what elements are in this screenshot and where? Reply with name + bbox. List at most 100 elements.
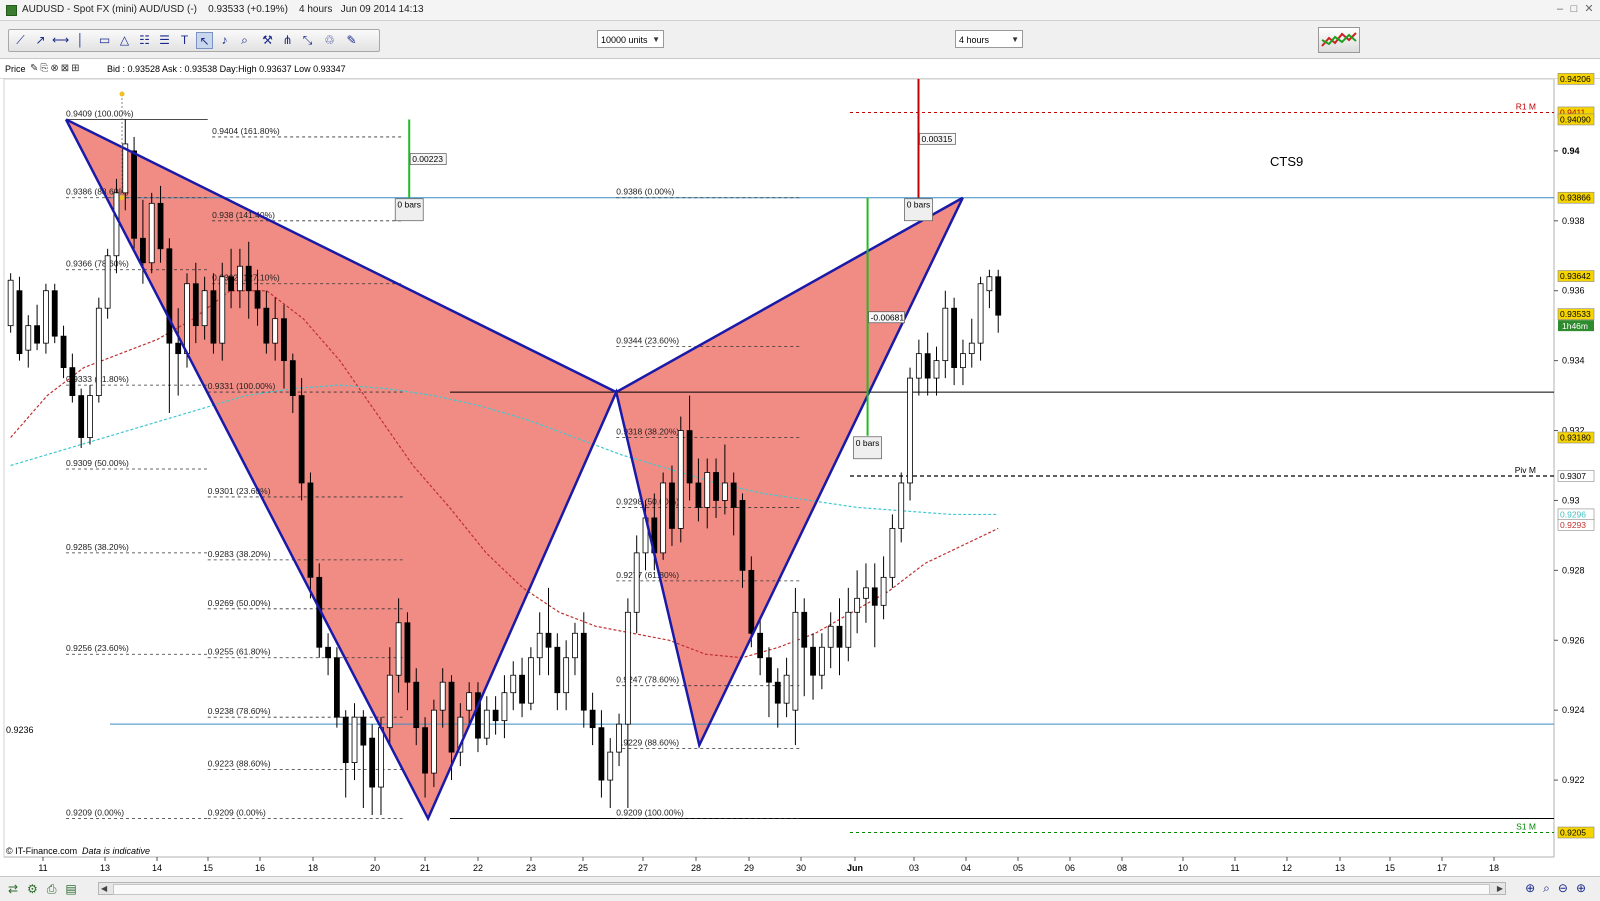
candle-body[interactable] xyxy=(254,290,261,309)
candle-body[interactable] xyxy=(78,395,85,438)
candle-body[interactable] xyxy=(192,283,199,327)
candle-body[interactable] xyxy=(104,255,111,309)
candle-body[interactable] xyxy=(25,325,32,351)
candle-body[interactable] xyxy=(307,482,314,578)
candle-body[interactable] xyxy=(527,657,534,704)
candle-body[interactable] xyxy=(757,632,764,659)
candle-body[interactable] xyxy=(289,360,296,396)
candle-body[interactable] xyxy=(210,290,217,344)
candle-body[interactable] xyxy=(228,276,234,292)
candle-body[interactable] xyxy=(960,353,966,369)
candle-body[interactable] xyxy=(333,657,340,718)
candle-body[interactable] xyxy=(624,611,631,725)
candle-body[interactable] xyxy=(140,237,146,264)
candle-body[interactable] xyxy=(95,307,102,396)
candle-body[interactable] xyxy=(201,290,208,327)
candle-body[interactable] xyxy=(730,482,737,508)
candle-body[interactable] xyxy=(51,290,58,337)
candle-body[interactable] xyxy=(818,646,825,676)
candle-body[interactable] xyxy=(510,674,517,694)
candle-body[interactable] xyxy=(545,632,552,648)
candle-body[interactable] xyxy=(219,276,226,344)
zoom-controls-icon[interactable]: ⊕⌕⊖⊕ xyxy=(1525,881,1594,896)
anchor-point[interactable] xyxy=(119,91,125,97)
candle-body[interactable] xyxy=(360,716,367,746)
candle-body[interactable] xyxy=(748,569,755,634)
candle-body[interactable] xyxy=(810,646,816,676)
candle-body[interactable] xyxy=(986,276,993,292)
candle-body[interactable] xyxy=(721,482,728,501)
candle-body[interactable] xyxy=(889,528,896,578)
candle-body[interactable] xyxy=(175,342,182,355)
candle-body[interactable] xyxy=(827,625,834,648)
candle-body[interactable] xyxy=(933,360,940,379)
candle-body[interactable] xyxy=(536,632,543,659)
scrollbar-thumb[interactable] xyxy=(113,884,1490,895)
candle-body[interactable] xyxy=(16,290,23,355)
candle-body[interactable] xyxy=(907,377,913,484)
candle-body[interactable] xyxy=(34,325,40,344)
candle-body[interactable] xyxy=(695,482,702,508)
candle-body[interactable] xyxy=(783,674,790,704)
candle-body[interactable] xyxy=(739,500,746,571)
candle-body[interactable] xyxy=(386,674,393,729)
candle-body[interactable] xyxy=(589,709,596,729)
candle-body[interactable] xyxy=(977,283,984,344)
candle-body[interactable] xyxy=(968,342,975,355)
candle-body[interactable] xyxy=(69,367,76,396)
candle-body[interactable] xyxy=(298,395,305,484)
candle-body[interactable] xyxy=(272,318,279,344)
candle-body[interactable] xyxy=(669,482,675,529)
candle-body[interactable] xyxy=(995,276,1002,316)
candle-body[interactable] xyxy=(836,625,843,648)
navigation-icon[interactable]: ⇄⚙⎙▤ xyxy=(8,882,86,897)
candle-body[interactable] xyxy=(801,611,808,648)
candle-body[interactable] xyxy=(166,248,173,344)
candle-body[interactable] xyxy=(422,727,428,774)
scroll-right-icon[interactable]: ▶ xyxy=(1497,883,1503,894)
candle-body[interactable] xyxy=(915,353,922,379)
candle-body[interactable] xyxy=(43,290,49,344)
candle-body[interactable] xyxy=(60,335,67,369)
scroll-left-icon[interactable]: ◀ xyxy=(101,883,107,894)
candle-body[interactable] xyxy=(7,279,14,327)
candle-body[interactable] xyxy=(686,430,693,484)
candle-body[interactable] xyxy=(448,681,455,753)
candle-body[interactable] xyxy=(924,353,931,379)
candle-body[interactable] xyxy=(713,472,719,501)
candle-body[interactable] xyxy=(519,674,525,704)
price-chart[interactable]: R1 M Piv M S1 M 0.9409 (100.00%) 0.9386 (88… xyxy=(0,0,1600,900)
candle-body[interactable] xyxy=(677,430,684,529)
candle-body[interactable] xyxy=(157,202,164,250)
candle-body[interactable] xyxy=(871,587,878,606)
candle-body[interactable] xyxy=(369,737,376,788)
candle-body[interactable] xyxy=(845,611,852,648)
candle-body[interactable] xyxy=(263,307,270,344)
candle-body[interactable] xyxy=(704,472,711,508)
candle-body[interactable] xyxy=(237,265,243,292)
candle-body[interactable] xyxy=(466,692,473,711)
candle-body[interactable] xyxy=(325,646,331,659)
candle-body[interactable] xyxy=(898,482,905,529)
candle-body[interactable] xyxy=(633,552,640,613)
candle-body[interactable] xyxy=(942,307,949,362)
candle-body[interactable] xyxy=(184,283,190,355)
candle-body[interactable] xyxy=(122,143,129,194)
time-scrollbar[interactable]: ◀ ▶ xyxy=(98,882,1506,895)
candle-body[interactable] xyxy=(951,307,958,369)
anchor-point[interactable] xyxy=(119,195,125,201)
candle-body[interactable] xyxy=(113,192,120,257)
candle-body[interactable] xyxy=(483,709,490,739)
candle-body[interactable] xyxy=(774,681,781,704)
candle-body[interactable] xyxy=(854,597,861,613)
candle-body[interactable] xyxy=(598,727,605,781)
candle-body[interactable] xyxy=(766,657,772,683)
candle-body[interactable] xyxy=(607,751,614,781)
candle-body[interactable] xyxy=(501,692,508,722)
candle-body[interactable] xyxy=(616,723,622,753)
candle-body[interactable] xyxy=(563,657,570,694)
candle-body[interactable] xyxy=(281,318,287,362)
candle-body[interactable] xyxy=(87,395,93,438)
candle-body[interactable] xyxy=(404,622,411,683)
candle-body[interactable] xyxy=(492,709,499,722)
